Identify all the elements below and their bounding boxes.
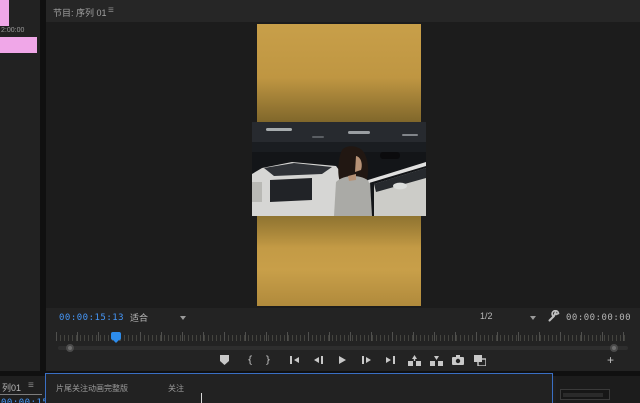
audio-meter-box <box>560 389 610 400</box>
go-to-out-button[interactable] <box>382 353 398 367</box>
add-marker-button[interactable] <box>216 353 232 367</box>
lift-icon <box>408 355 421 366</box>
photo-illustration <box>252 122 426 216</box>
camera-icon <box>452 355 464 365</box>
timeline-focused-frame[interactable]: 片尾关注动画完整版 关注 <box>45 373 553 403</box>
mark-out-icon: } <box>265 355 271 366</box>
program-monitor-panel: 节目: 序列 01 ≡ <box>46 0 640 371</box>
mark-in-button[interactable]: { <box>242 353 258 367</box>
mark-in-icon: { <box>247 355 253 366</box>
chevron-down-icon <box>530 316 536 320</box>
audio-meter-bar <box>563 393 603 397</box>
timeline-clip-label[interactable]: 片尾关注动画完整版 <box>56 383 128 394</box>
bar-shape <box>393 356 395 364</box>
tab-timeline-sequence[interactable]: 列01 <box>2 381 21 394</box>
extract-icon <box>430 355 443 366</box>
mark-out-button[interactable]: } <box>260 353 276 367</box>
triangle-right <box>366 357 371 363</box>
panel-menu-icon[interactable]: ≡ <box>108 5 114 16</box>
pink-clip-bar[interactable] <box>0 37 37 53</box>
panel-menu-icon[interactable]: ≡ <box>28 380 34 391</box>
comparison-view-icon <box>474 355 486 366</box>
step-forward-button[interactable] <box>358 353 374 367</box>
go-to-out-icon <box>386 357 391 363</box>
go-to-in-icon <box>290 356 292 364</box>
button-editor-add-button[interactable]: + <box>607 353 614 367</box>
step-back-button[interactable] <box>310 353 326 367</box>
play-icon <box>339 356 346 364</box>
pink-clip-fragment[interactable] <box>0 0 9 26</box>
go-to-in-button[interactable] <box>286 353 302 367</box>
lift-button[interactable] <box>406 353 422 367</box>
program-monitor-canvas[interactable] <box>46 22 640 308</box>
program-monitor-tabbar: 节目: 序列 01 ≡ <box>46 0 640 22</box>
chevron-down-icon <box>180 316 186 320</box>
video-preview-frame <box>257 24 421 306</box>
playhead-marker[interactable] <box>111 332 121 340</box>
video-yellow-block-top <box>257 24 421 122</box>
triangle-left <box>294 357 299 363</box>
step-forward-icon <box>362 356 364 364</box>
current-timecode[interactable]: 00:00:15:13 <box>59 313 124 323</box>
transport-bar: { } <box>46 350 640 371</box>
playback-resolution-dropdown[interactable]: 1/2 <box>480 311 536 325</box>
zoom-fit-value: 适合 <box>130 313 148 323</box>
bar-shape <box>321 356 323 364</box>
play-button[interactable] <box>334 353 350 367</box>
tab-underline <box>0 394 42 395</box>
timeline-panel: 列01 ≡ 00:00:15:13 片尾关注动画完整版 关注 <box>0 376 640 403</box>
audio-meter-panel <box>556 376 640 403</box>
extract-button[interactable] <box>428 353 444 367</box>
video-photo-woman-car <box>252 122 426 216</box>
step-back-icon <box>314 357 319 363</box>
zoom-fit-dropdown[interactable]: 适合 <box>130 311 186 325</box>
left-panel-timecode: 2:00:00 <box>1 27 39 34</box>
settings-wrench-icon[interactable] <box>548 310 560 322</box>
monitor-time-ruler[interactable] <box>56 332 628 342</box>
duration-timecode: 00:00:00:00 <box>566 313 631 323</box>
playback-resolution-value: 1/2 <box>480 311 493 321</box>
tab-program-sequence[interactable]: 节目: 序列 01 <box>53 6 107 19</box>
premiere-window: 2:00:00 节目: 序列 01 ≡ <box>0 0 640 403</box>
timeline-playhead-line[interactable] <box>201 393 202 403</box>
left-panel-strip: 2:00:00 <box>0 0 40 403</box>
comparison-view-button[interactable] <box>472 353 488 367</box>
video-yellow-block-bottom <box>257 216 421 306</box>
export-frame-button[interactable] <box>450 353 466 367</box>
timeline-clip-label[interactable]: 关注 <box>168 383 184 394</box>
